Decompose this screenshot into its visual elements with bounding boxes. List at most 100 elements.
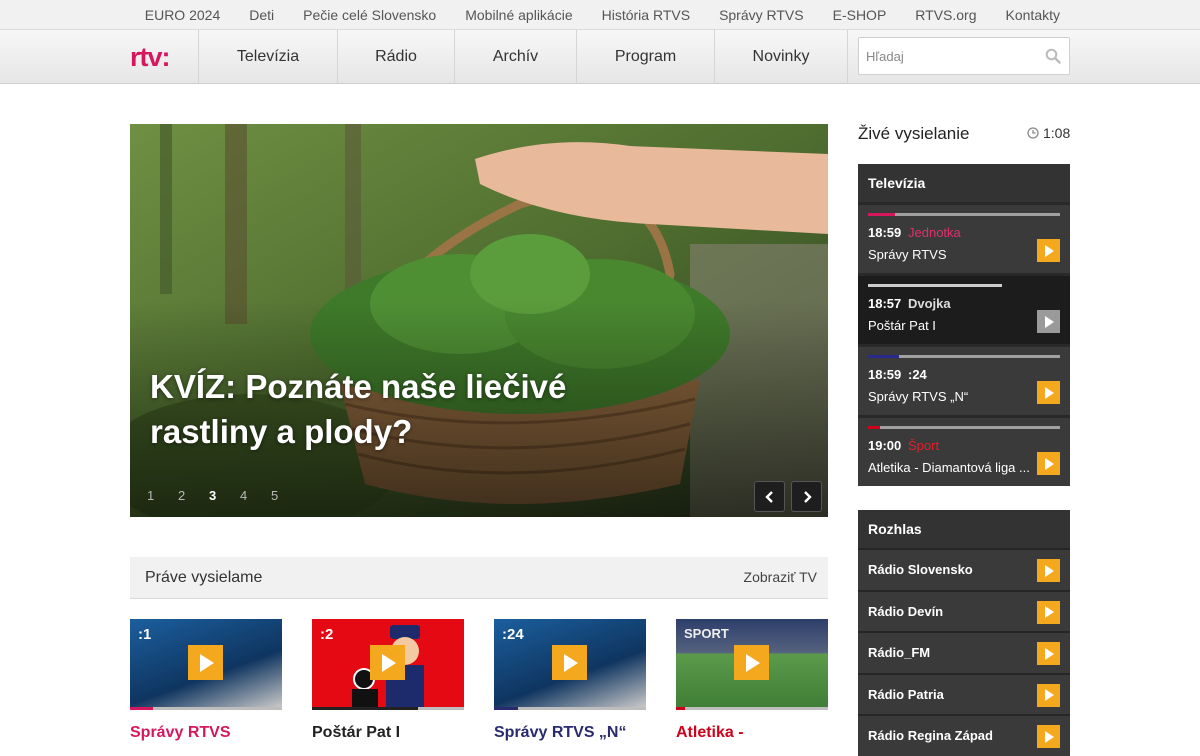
play-icon [745, 653, 760, 672]
hero-slider[interactable]: KVÍZ: Poznáte naše liečivé rastliny a pl… [130, 124, 828, 517]
play-button[interactable] [188, 645, 223, 680]
radio-station-row[interactable]: Rádio Devín [858, 589, 1070, 632]
radio-station-row[interactable]: Rádio Slovensko [858, 548, 1070, 590]
now-tile[interactable]: SPORT Atletika - [676, 619, 828, 742]
top-link-pecie[interactable]: Pečie celé Slovensko [303, 7, 436, 23]
tile-thumbnail[interactable]: SPORT [676, 619, 828, 707]
slide-dot-4[interactable]: 4 [240, 488, 271, 503]
play-button[interactable] [1037, 559, 1060, 582]
play-icon [1045, 730, 1054, 743]
main-navbar: rtv: Televízia Rádio Archív Program Novi… [0, 30, 1200, 84]
play-button[interactable] [552, 645, 587, 680]
now-tile[interactable]: :24 Správy RTVS „N“ [494, 619, 646, 742]
top-link-mobile-apps[interactable]: Mobilné aplikácie [465, 7, 572, 23]
program-time: 18:59 [868, 367, 902, 382]
top-link-deti[interactable]: Deti [249, 7, 274, 23]
program-time: 18:59 [868, 225, 902, 240]
play-button[interactable] [370, 645, 405, 680]
radio-station-row[interactable]: Rádio_FM [858, 631, 1070, 673]
channel-name: :24 [908, 367, 927, 382]
now-airing-title: Práve vysielame [145, 569, 263, 586]
tv-panel-title: Televízia [858, 164, 1070, 202]
hero-image [130, 124, 828, 517]
play-button[interactable] [1037, 452, 1060, 475]
top-link-euro[interactable]: EURO 2024 [145, 7, 220, 23]
play-button[interactable] [1037, 239, 1060, 262]
nav-item-televizia[interactable]: Televízia [199, 30, 338, 84]
tv-channel-row[interactable]: 18:59 :24 Správy RTVS „N“ [858, 344, 1070, 415]
now-tile[interactable]: :1 Správy RTVS [130, 619, 282, 742]
search-input[interactable] [859, 38, 1039, 74]
channel-name: Šport [908, 438, 940, 453]
play-icon [1045, 564, 1054, 577]
station-name: Rádio Slovensko [868, 562, 973, 578]
top-link-history[interactable]: História RTVS [602, 7, 690, 23]
tile-title[interactable]: Správy RTVS „N“ [494, 724, 646, 742]
tv-channel-row[interactable]: 18:57 Dvojka Poštár Pat I [858, 273, 1070, 344]
tile-thumbnail[interactable]: :1 [130, 619, 282, 707]
program-time: 19:00 [868, 438, 902, 453]
nav-item-radio[interactable]: Rádio [338, 30, 455, 84]
play-button[interactable] [1037, 642, 1060, 665]
live-clock: 1:08 [1027, 125, 1070, 141]
rtv-logo[interactable]: rtv: [130, 42, 171, 73]
station-name: Rádio Patria [868, 686, 944, 702]
nav-item-novinky[interactable]: Novinky [715, 30, 848, 84]
channel-badge: :24 [502, 626, 524, 643]
play-icon [381, 653, 396, 672]
program-time: 18:57 [868, 296, 902, 311]
top-link-rtvs-org[interactable]: RTVS.org [915, 7, 976, 23]
station-name: Rádio Regina Západ [868, 728, 993, 744]
radio-station-row[interactable]: Rádio Regina Západ [858, 714, 1070, 756]
play-button[interactable] [1037, 725, 1060, 748]
play-icon [1045, 244, 1054, 257]
channel-name: Jednotka [908, 225, 961, 240]
top-link-eshop[interactable]: E-SHOP [833, 7, 887, 23]
play-icon [1045, 315, 1054, 328]
play-icon [199, 653, 214, 672]
program-title: Správy RTVS [868, 247, 947, 262]
radio-panel: Rozhlas Rádio Slovensko Rádio Devín Rádi… [858, 510, 1070, 756]
slide-dot-2[interactable]: 2 [178, 488, 209, 503]
hero-title[interactable]: KVÍZ: Poznáte naše liečivé rastliny a pl… [150, 364, 610, 454]
chevron-left-icon [764, 490, 773, 503]
now-tile[interactable]: :2 Poštár Pat I [312, 619, 464, 742]
play-icon [1045, 647, 1054, 660]
play-button[interactable] [1037, 381, 1060, 404]
search-icon[interactable] [1045, 48, 1061, 64]
station-name: Rádio Devín [868, 603, 944, 619]
play-button[interactable] [1037, 310, 1060, 333]
live-broadcast-title: Živé vysielanie [858, 124, 970, 143]
tv-channel-row[interactable]: 18:59 Jednotka Správy RTVS [858, 202, 1070, 273]
nav-item-program[interactable]: Program [577, 30, 715, 84]
program-title: Správy RTVS „N“ [868, 389, 969, 404]
tile-title[interactable]: Správy RTVS [130, 724, 282, 742]
top-link-contacts[interactable]: Kontakty [1006, 7, 1060, 23]
play-icon [563, 653, 578, 672]
play-button[interactable] [1037, 600, 1060, 624]
tile-thumbnail[interactable]: :2 [312, 619, 464, 707]
tv-channel-row[interactable]: 19:00 Šport Atletika - Diamantová liga .… [858, 415, 1070, 486]
main-nav: Televízia Rádio Archív Program Novinky [198, 30, 848, 84]
top-utility-bar: EURO 2024 Deti Pečie celé Slovensko Mobi… [0, 0, 1200, 30]
play-button[interactable] [734, 645, 769, 680]
play-icon [1045, 606, 1054, 618]
top-link-news[interactable]: Správy RTVS [719, 7, 804, 23]
slider-pagination: 1 2 3 4 5 [147, 488, 302, 503]
nav-item-archiv[interactable]: Archív [455, 30, 577, 84]
tile-thumbnail[interactable]: :24 [494, 619, 646, 707]
slider-next-button[interactable] [791, 481, 822, 512]
slide-dot-5[interactable]: 5 [271, 488, 302, 503]
channel-badge: SPORT [684, 626, 729, 641]
tile-progress [494, 707, 646, 710]
tile-title[interactable]: Atletika - [676, 724, 828, 742]
station-name: Rádio_FM [868, 645, 931, 661]
slider-prev-button[interactable] [754, 481, 785, 512]
play-button[interactable] [1037, 683, 1060, 707]
slide-dot-1[interactable]: 1 [147, 488, 178, 503]
slide-dot-3[interactable]: 3 [209, 488, 240, 503]
tile-progress [676, 707, 828, 710]
show-tv-link[interactable]: Zobraziť TV [744, 569, 817, 585]
tile-title[interactable]: Poštár Pat I [312, 724, 464, 742]
radio-station-row[interactable]: Rádio Patria [858, 672, 1070, 715]
